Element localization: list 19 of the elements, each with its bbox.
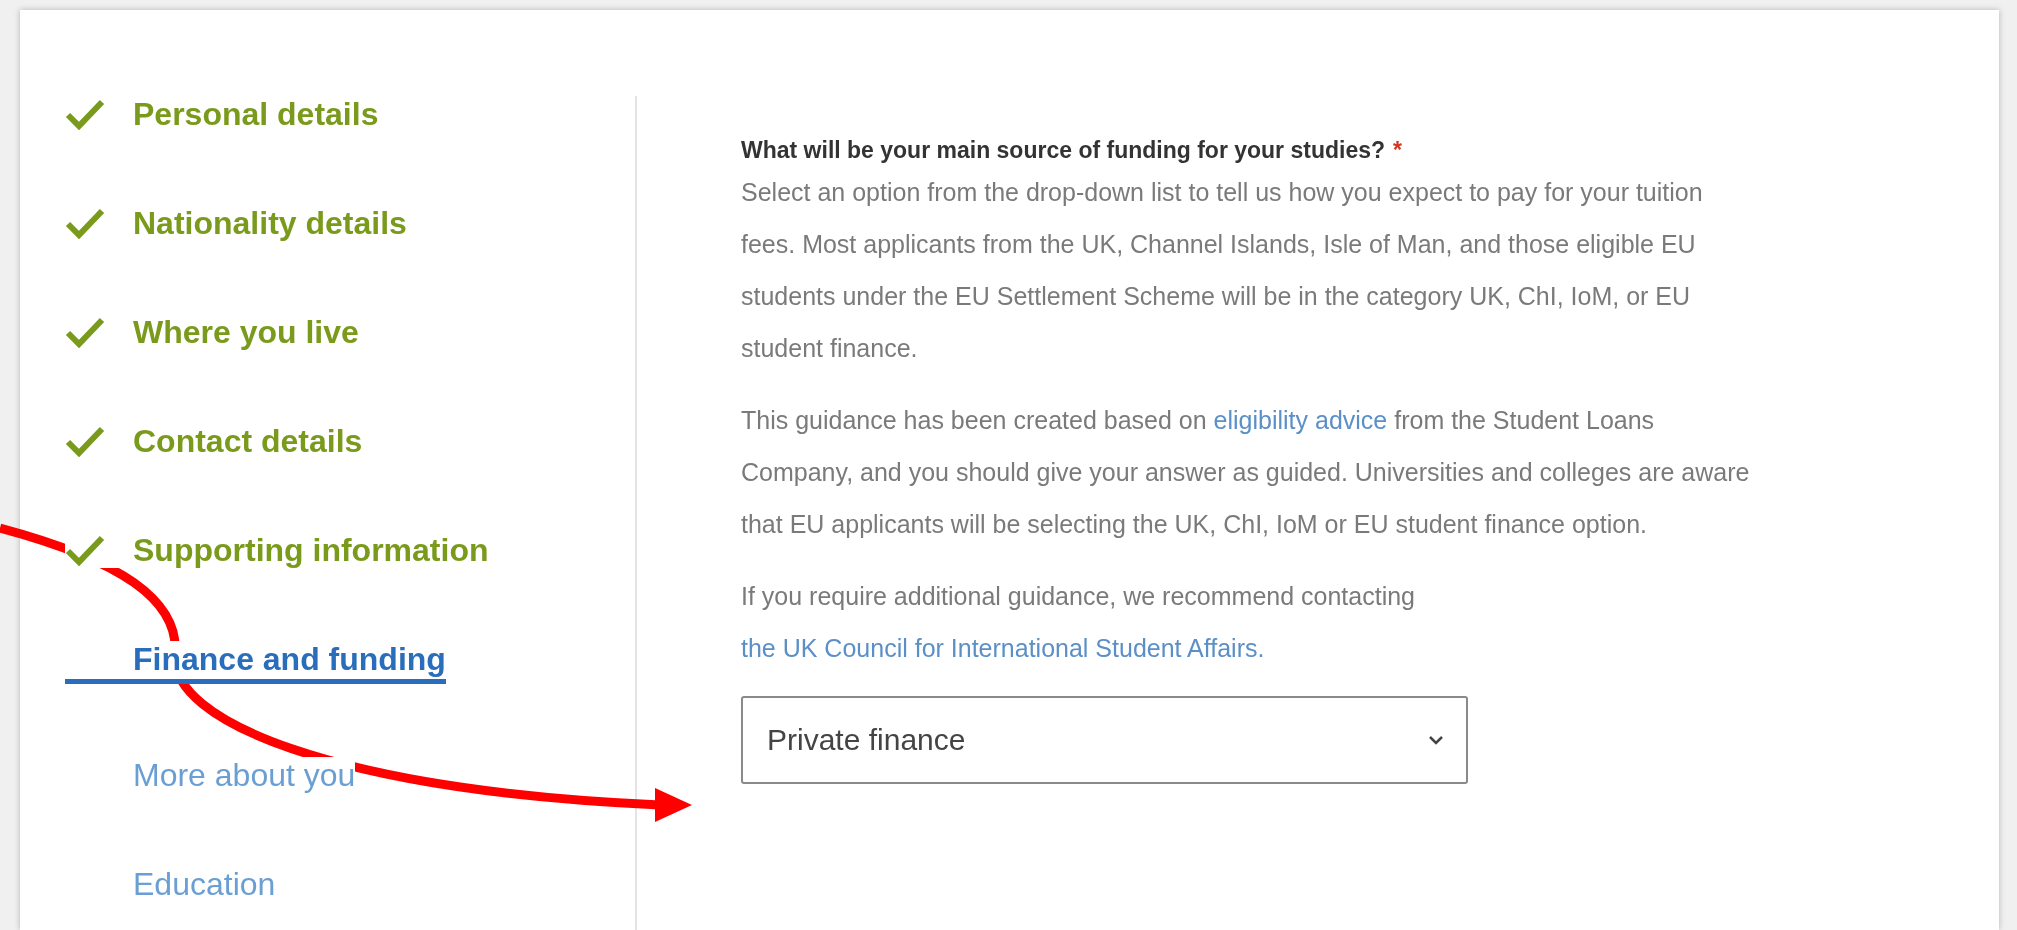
sidebar-link-label: Where you live (133, 313, 359, 351)
sidebar-link-label: Nationality details (133, 204, 407, 242)
funding-dropdown[interactable]: Private finance (741, 696, 1468, 784)
sidebar-link-label: Supporting information (133, 531, 489, 569)
checkmark-icon (65, 207, 105, 239)
checkmark-icon (65, 98, 105, 130)
question-label: What will be your main source of funding for your studies? * (741, 136, 1403, 165)
guidance-paragraph: Select an option from the drop-down list to tell us how you expect to pay for your tuition fees. Most applicants from the UK, Channel Islands, Isle of Man, and those eligible EU students under the EU Settlement Scheme will be in the category UK, ChI, IoM, or EU student finance. (741, 177, 1704, 364)
sidebar-link-label: Personal details (133, 95, 379, 133)
checkmark-icon (65, 425, 105, 457)
guidance-link[interactable]: eligibility advice (1213, 406, 1388, 434)
checkmark-icon (65, 316, 105, 348)
chevron-down-icon (1428, 735, 1444, 745)
sidebar-link[interactable]: Finance and funding (65, 641, 446, 684)
guidance-paragraph: If you require additional guidance, we recommend contacting the UK Council for International Student Affairs. (741, 581, 1416, 664)
sidebar-link-label: Contact details (133, 422, 363, 460)
guidance-paragraph: This guidance has been created based on eligibility advice from the Student Loans Company, and you should give your answer as guided. Universities and colleges are aware that EU applicants will be selecting the UK, ChI, IoM or EU student finance option. (741, 405, 1751, 540)
guidance-link[interactable]: the UK Council for International Student Affairs. (741, 634, 1265, 662)
checkmark-icon (65, 534, 105, 566)
